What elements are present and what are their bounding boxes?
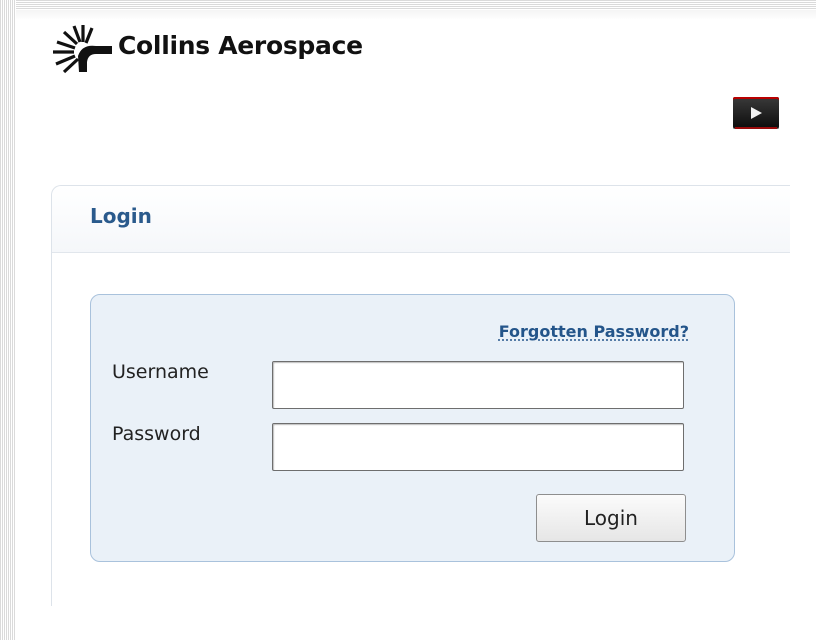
sunburst-logo-icon <box>53 25 112 74</box>
panel-title: Login <box>90 204 152 228</box>
login-panel-header: Login <box>52 186 790 253</box>
play-video-icon <box>751 107 762 119</box>
login-form: Forgotten Password? Username Password Lo… <box>90 294 735 562</box>
username-input[interactable] <box>272 361 684 409</box>
login-button[interactable]: Login <box>536 494 686 542</box>
page-frame-top <box>16 0 816 10</box>
brand-name: Collins Aerospace <box>118 30 363 60</box>
page-frame-left <box>0 0 16 640</box>
login-panel: Login Forgotten Password? Username Passw… <box>51 185 790 606</box>
password-label: Password <box>112 423 201 445</box>
brand-logo: Collins Aerospace <box>50 24 363 74</box>
username-label: Username <box>112 361 209 383</box>
forgot-password-link[interactable]: Forgotten Password? <box>499 322 689 341</box>
video-button[interactable] <box>733 97 779 129</box>
page-frame-top-shadow <box>16 10 816 20</box>
password-input[interactable] <box>272 423 684 471</box>
